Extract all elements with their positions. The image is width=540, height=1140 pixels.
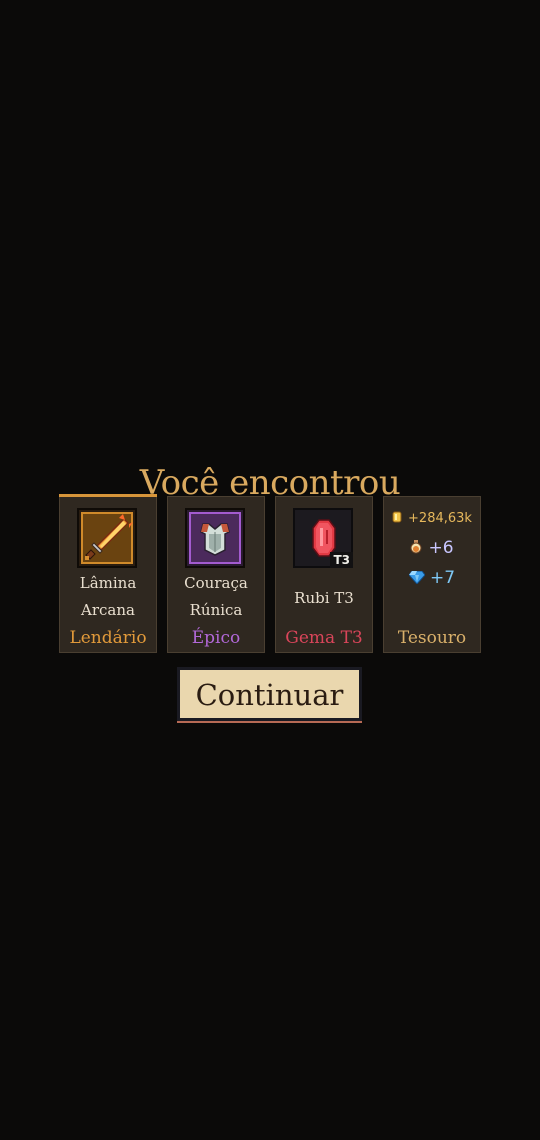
item-name: Rubi T3 — [294, 589, 354, 607]
item-frame-gem: T3 — [293, 508, 353, 568]
potion-reward: +6 — [384, 538, 480, 558]
item-name-line1: Couraça — [184, 574, 248, 592]
item-name-line2: Arcana — [81, 601, 135, 619]
reward-card-treasure[interactable]: +284,63k +6 +7 Tesouro — [383, 496, 481, 653]
gold-reward: +284,63k — [384, 510, 480, 528]
item-name-line2: Rúnica — [189, 601, 243, 619]
chest-armor-icon — [200, 523, 230, 556]
tier-badge: T3 — [330, 552, 353, 568]
rarity-label: Lendário — [69, 628, 147, 648]
potion-icon — [410, 540, 422, 554]
potion-value: +6 — [428, 538, 454, 558]
continue-button[interactable]: Continuar — [177, 667, 362, 721]
diamond-icon — [408, 570, 426, 585]
diamond-reward: +7 — [384, 568, 480, 588]
rarity-label: Tesouro — [397, 628, 467, 648]
item-frame-epic — [185, 508, 245, 568]
reward-card-ruby[interactable]: T3 Rubi T3 Gema T3 — [275, 496, 373, 653]
reward-cards: Lâmina Arcana Lendário Couraça Rúnica Ép… — [59, 494, 481, 653]
reward-card-armor[interactable]: Couraça Rúnica Épico — [167, 496, 265, 653]
item-frame-legendary — [77, 508, 137, 568]
rarity-label: Gema T3 — [285, 628, 363, 648]
reward-card-sword[interactable]: Lâmina Arcana Lendário — [59, 494, 157, 653]
gold-coin-icon — [392, 511, 402, 523]
flaming-sword-icon — [85, 514, 133, 560]
gold-value: +284,63k — [408, 511, 472, 526]
diamond-value: +7 — [429, 568, 456, 588]
rarity-label: Épico — [191, 628, 241, 648]
item-name-line1: Lâmina — [79, 574, 137, 592]
